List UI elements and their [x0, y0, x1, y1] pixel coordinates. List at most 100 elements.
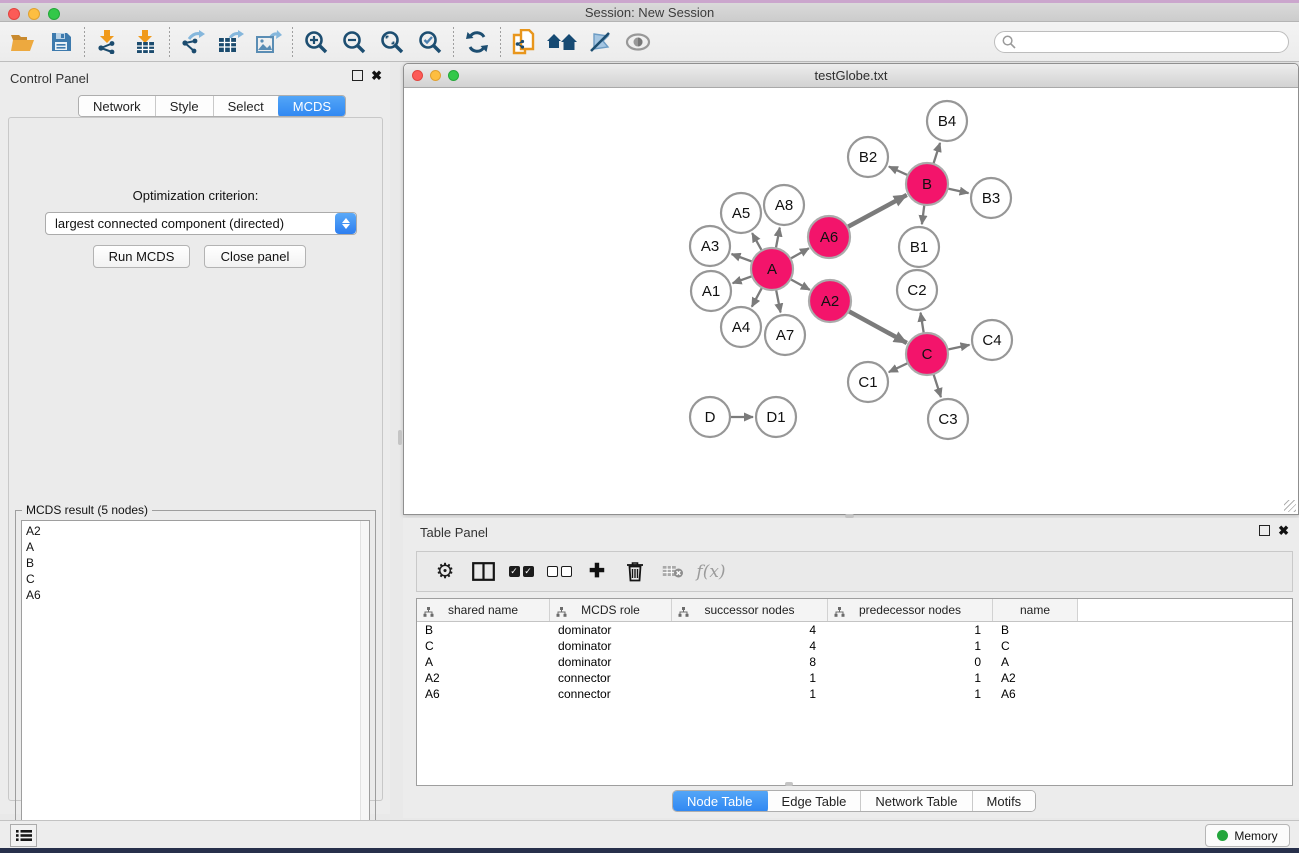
close-panel-icon[interactable]: ✖ — [371, 70, 382, 81]
optimization-criterion-label: Optimization criterion: — [9, 188, 382, 203]
column-header-MCDS-role[interactable]: MCDS role — [550, 599, 672, 621]
table-cell[interactable]: A6 — [993, 686, 1078, 702]
tab-edge-table[interactable]: Edge Table — [768, 791, 862, 811]
node-label: B — [922, 176, 932, 193]
control-panel: Control Panel ✖ NetworkStyleSelectMCDS O… — [0, 62, 390, 814]
table-cell[interactable]: 1 — [828, 638, 993, 654]
table-row[interactable]: Adominator80A — [417, 654, 1292, 670]
zoom-in-icon[interactable] — [297, 25, 335, 59]
tab-network[interactable]: Network — [79, 96, 156, 116]
table-cell[interactable]: 8 — [672, 654, 828, 670]
table-cell[interactable]: C — [417, 638, 550, 654]
table-cell[interactable]: 4 — [672, 622, 828, 638]
task-history-button[interactable] — [10, 824, 37, 847]
delete-table-icon — [662, 564, 684, 579]
table-cell[interactable]: A2 — [993, 670, 1078, 686]
table-row[interactable]: Bdominator41B — [417, 622, 1292, 638]
result-item[interactable]: A — [26, 539, 369, 555]
columns-icon — [472, 562, 495, 581]
tab-motifs[interactable]: Motifs — [973, 791, 1036, 811]
delete-column-button[interactable] — [619, 556, 651, 588]
node-label: A8 — [775, 197, 793, 214]
tab-select[interactable]: Select — [214, 96, 279, 116]
table-cell[interactable]: 1 — [828, 622, 993, 638]
table-cell[interactable]: A — [417, 654, 550, 670]
result-item[interactable]: B — [26, 555, 369, 571]
table-cell[interactable]: 0 — [828, 654, 993, 670]
splitter-handle[interactable] — [398, 430, 402, 445]
table-cell[interactable]: C — [993, 638, 1078, 654]
hide-labels-icon[interactable] — [581, 25, 619, 59]
select-all-button[interactable]: ✓✓ — [505, 556, 537, 588]
result-item[interactable]: C — [26, 571, 369, 587]
delete-table-button-disabled[interactable] — [657, 556, 689, 588]
table-cell[interactable]: B — [993, 622, 1078, 638]
table-cell[interactable]: A2 — [417, 670, 550, 686]
tab-style[interactable]: Style — [156, 96, 214, 116]
open-session-icon[interactable] — [4, 25, 42, 59]
table-row[interactable]: A2connector11A2 — [417, 670, 1292, 686]
column-header-shared-name[interactable]: shared name — [417, 599, 550, 621]
table-cell[interactable]: dominator — [550, 622, 672, 638]
save-session-icon[interactable] — [42, 25, 80, 59]
mcds-result-list[interactable]: A2ABCA6 — [21, 520, 370, 844]
export-table-icon[interactable] — [212, 25, 250, 59]
export-network-icon[interactable] — [174, 25, 212, 59]
export-image-icon[interactable] — [250, 25, 288, 59]
float-panel-icon[interactable] — [352, 70, 363, 81]
result-scrollbar[interactable] — [360, 521, 369, 843]
show-columns-button[interactable] — [467, 556, 499, 588]
run-mcds-button[interactable]: Run MCDS — [93, 245, 190, 268]
column-header-successor-nodes[interactable]: successor nodes — [672, 599, 828, 621]
table-cell[interactable]: connector — [550, 686, 672, 702]
table-row[interactable]: Cdominator41C — [417, 638, 1292, 654]
zoom-fit-icon[interactable] — [373, 25, 411, 59]
table-cell[interactable]: 1 — [672, 670, 828, 686]
refresh-icon[interactable] — [458, 25, 496, 59]
splitter-handle[interactable] — [785, 782, 793, 786]
tab-node-table[interactable]: Node Table — [672, 790, 769, 812]
memory-button[interactable]: Memory — [1205, 824, 1290, 847]
table-cell[interactable]: B — [417, 622, 550, 638]
home-view-icon[interactable] — [543, 25, 581, 59]
add-column-button[interactable]: ✚ — [581, 556, 613, 588]
deselect-all-button[interactable] — [543, 556, 575, 588]
tab-network-table[interactable]: Network Table — [861, 791, 972, 811]
column-header-predecessor-nodes[interactable]: predecessor nodes — [828, 599, 993, 621]
table-cell[interactable]: 4 — [672, 638, 828, 654]
search-input[interactable] — [994, 31, 1289, 53]
tab-mcds[interactable]: MCDS — [278, 95, 346, 117]
table-cell[interactable]: 1 — [828, 670, 993, 686]
network-canvas[interactable]: B4B2BB3A5A8A6A3B1AA1C2A2A4A7C4CC1DD1C3 — [404, 88, 1298, 514]
eye-icon[interactable] — [619, 25, 657, 59]
node-table[interactable]: shared nameMCDS rolesuccessor nodesprede… — [416, 598, 1293, 786]
float-table-panel-icon[interactable] — [1259, 525, 1270, 536]
node-label: A3 — [701, 238, 719, 255]
table-cell[interactable]: A6 — [417, 686, 550, 702]
table-cell[interactable]: connector — [550, 670, 672, 686]
network-window-titlebar[interactable]: testGlobe.txt — [404, 64, 1298, 88]
window-resize-grip[interactable] — [1284, 500, 1296, 512]
table-cell[interactable]: dominator — [550, 654, 672, 670]
zoom-selected-icon[interactable] — [411, 25, 449, 59]
function-builder-button-disabled[interactable]: f(x) — [695, 556, 727, 588]
table-cell[interactable]: 1 — [672, 686, 828, 702]
search-icon — [1002, 35, 1016, 49]
column-header-name[interactable]: name — [993, 599, 1078, 621]
close-table-panel-icon[interactable]: ✖ — [1278, 525, 1289, 536]
table-row[interactable]: A6connector11A6 — [417, 686, 1292, 702]
node-label: B4 — [938, 113, 956, 130]
import-network-icon[interactable] — [89, 25, 127, 59]
table-settings-button[interactable]: ⚙ — [429, 556, 461, 588]
optimization-criterion-select[interactable]: largest connected component (directed) — [45, 212, 357, 235]
zoom-out-icon[interactable] — [335, 25, 373, 59]
table-cell[interactable]: A — [993, 654, 1078, 670]
table-cell[interactable]: dominator — [550, 638, 672, 654]
result-item[interactable]: A6 — [26, 587, 369, 603]
network-graph[interactable]: B4B2BB3A5A8A6A3B1AA1C2A2A4A7C4CC1DD1C3 — [404, 88, 1298, 514]
close-panel-button[interactable]: Close panel — [204, 245, 306, 268]
result-item[interactable]: A2 — [26, 523, 369, 539]
duplicate-network-icon[interactable] — [505, 25, 543, 59]
import-table-icon[interactable] — [127, 25, 165, 59]
table-cell[interactable]: 1 — [828, 686, 993, 702]
